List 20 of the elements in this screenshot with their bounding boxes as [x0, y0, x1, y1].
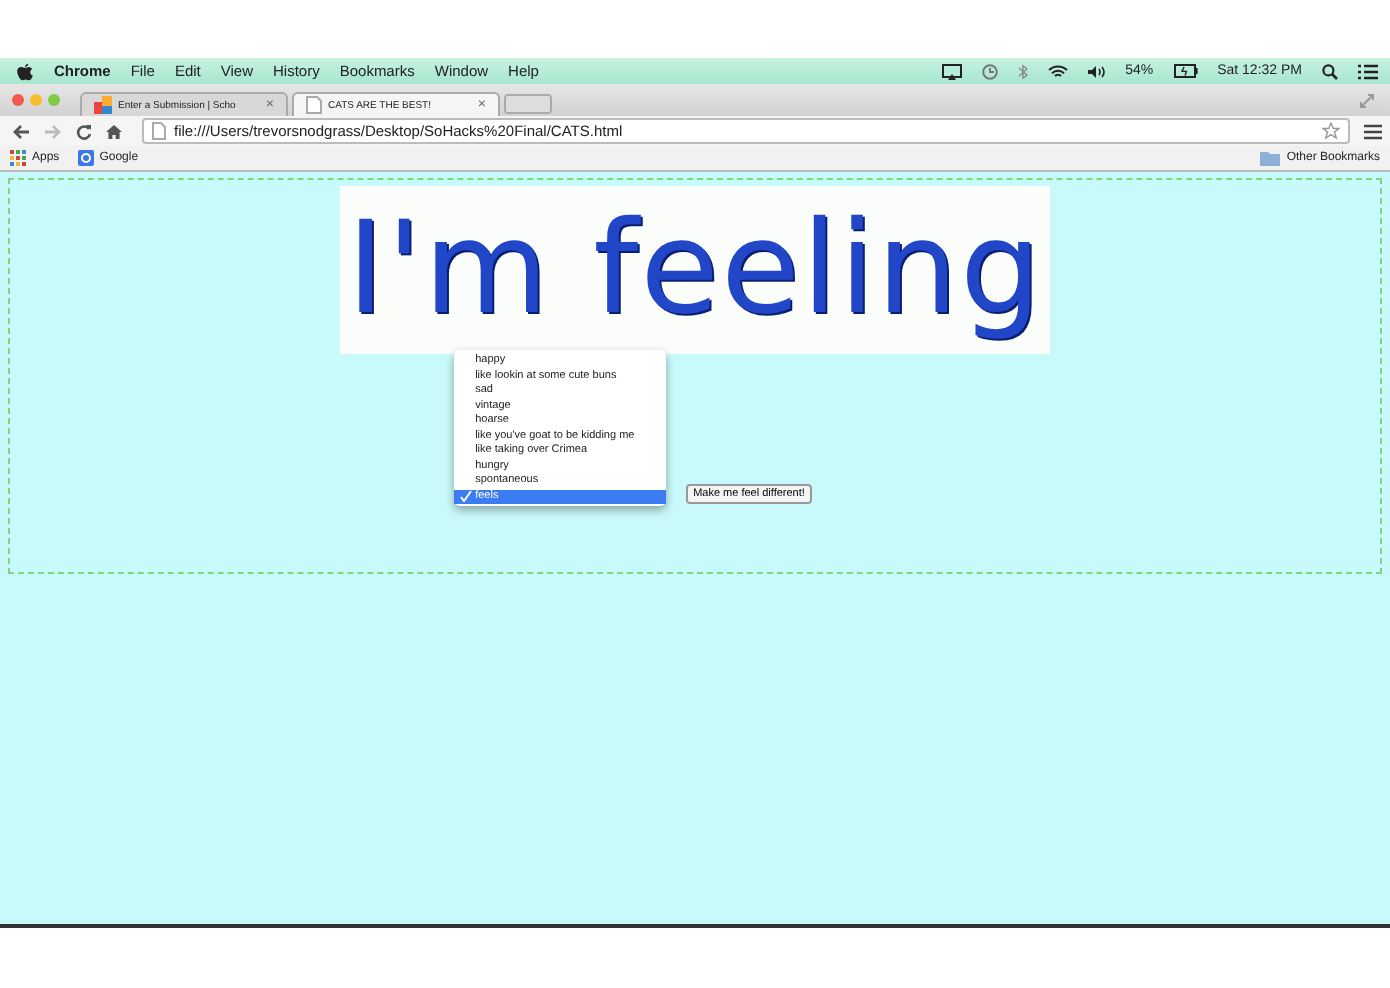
clock-icon[interactable]	[981, 63, 998, 79]
favicon-icon	[94, 96, 112, 114]
glitter-heading: I'm feeling	[346, 196, 1044, 344]
back-icon[interactable]	[12, 123, 30, 139]
search-icon[interactable]	[1322, 63, 1338, 79]
reload-icon[interactable]	[76, 123, 92, 139]
folder-icon	[1260, 150, 1281, 166]
bluetooth-icon[interactable]	[1017, 63, 1028, 79]
battery-icon[interactable]	[1173, 64, 1198, 78]
airplay-icon[interactable]	[941, 63, 962, 79]
star-icon[interactable]	[1322, 122, 1340, 140]
apps-grid-icon[interactable]	[10, 150, 26, 166]
wifi-icon[interactable]	[1047, 63, 1068, 79]
apple-icon[interactable]	[16, 61, 34, 81]
notification-list-icon[interactable]	[1358, 63, 1378, 79]
page-icon	[152, 122, 166, 140]
home-icon[interactable]	[106, 123, 122, 139]
speaker-icon[interactable]	[1087, 63, 1106, 79]
close-window-icon[interactable]	[12, 94, 24, 106]
menu-icon[interactable]	[1364, 123, 1382, 139]
